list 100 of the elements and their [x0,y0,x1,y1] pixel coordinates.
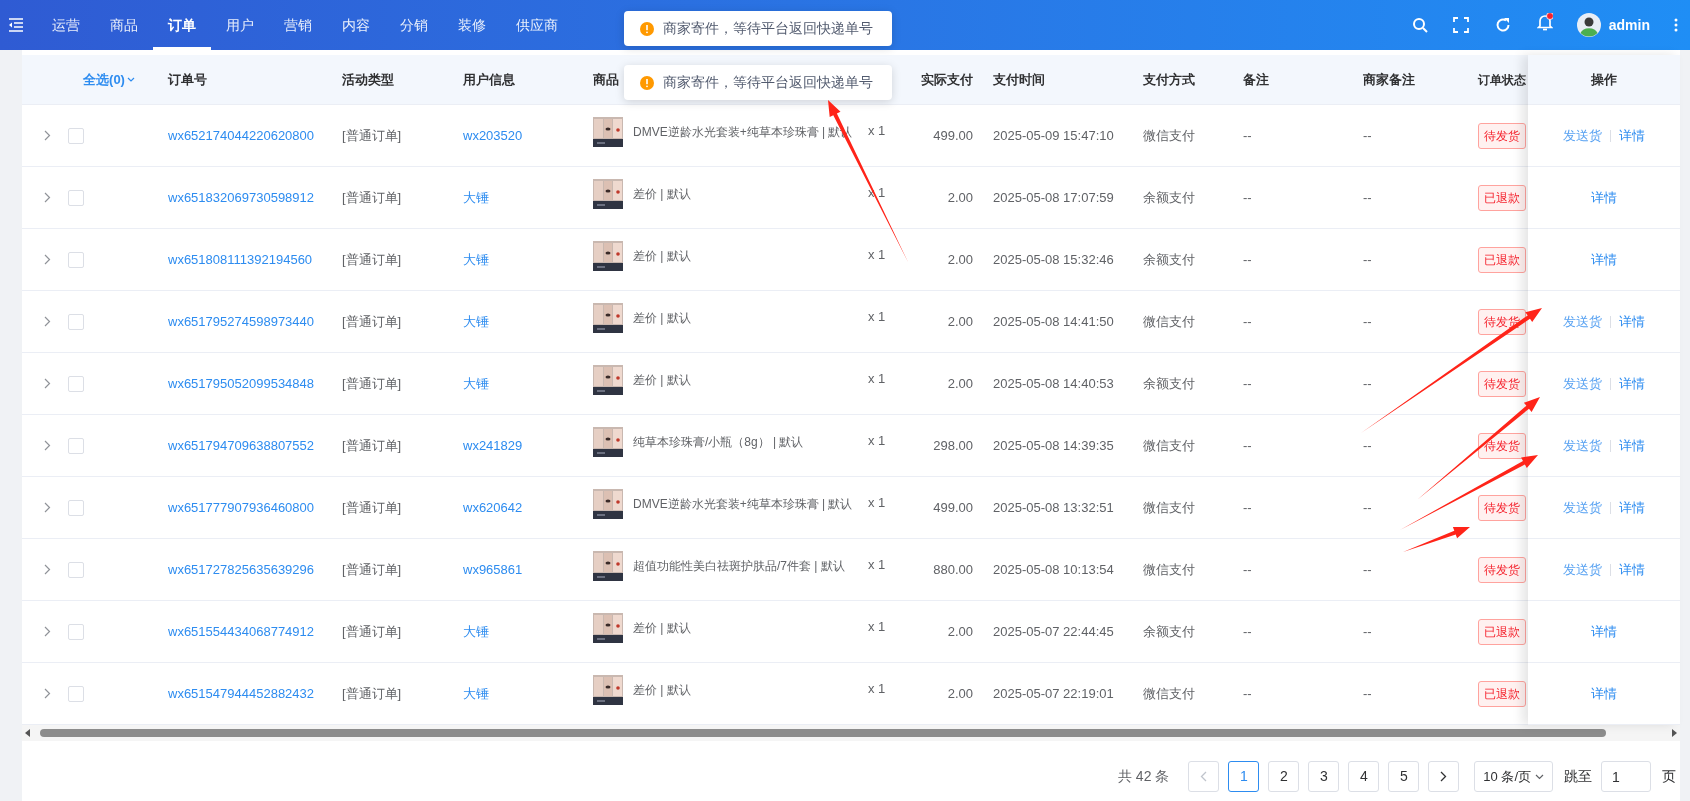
expand-icon[interactable] [43,688,51,699]
row-checkbox[interactable] [68,127,84,144]
next-page-button[interactable] [1428,761,1460,792]
nav-tab[interactable]: 内容 [327,0,385,50]
user-link[interactable]: 大锤 [463,621,489,642]
order-number-link[interactable]: wx651777907936460800 [168,497,315,518]
nav-tab[interactable]: 用户 [211,0,269,50]
caret-icon [1535,773,1544,780]
action-link[interactable]: 发送货 [1563,559,1602,580]
expand-icon[interactable] [43,626,51,637]
page-button[interactable]: 5 [1388,761,1420,792]
more-icon[interactable] [1674,18,1678,32]
table-cell-text: -- [1243,436,1252,455]
page-button[interactable]: 3 [1308,761,1340,792]
action-link[interactable]: 详情 [1619,435,1645,456]
action-link[interactable]: 详情 [1591,249,1617,270]
page-size-select[interactable]: 10 条/页 [1474,761,1553,792]
toast-text: 商家寄件，等待平台返回快递单号 [663,19,873,38]
order-number-link[interactable]: wx651795274598973440 [168,311,315,332]
expand-icon[interactable] [43,564,51,575]
order-number-link[interactable]: wx652174044220620800 [168,125,315,146]
action-link[interactable]: 发送货 [1563,497,1602,518]
user-link[interactable]: wx620642 [463,497,523,518]
expand-icon[interactable] [43,440,51,451]
user-link[interactable]: 大锤 [463,683,489,704]
row-checkbox[interactable] [68,251,84,268]
table-cell-text: -- [1363,312,1372,331]
user-link[interactable]: 大锤 [463,311,489,332]
action-link[interactable]: 详情 [1591,187,1617,208]
quantity: x 1 [868,679,886,698]
nav-tab[interactable]: 装修 [443,0,501,50]
select-all-dropdown[interactable]: 全选(0) [83,69,135,90]
row-checkbox[interactable] [68,375,84,392]
row-checkbox[interactable] [68,623,84,640]
menu-icon[interactable] [8,18,24,32]
expand-icon[interactable] [43,254,51,265]
order-number-link[interactable]: wx651547944452882432 [168,683,315,704]
action-link[interactable]: 详情 [1591,683,1617,704]
row-checkbox[interactable] [68,561,84,578]
page-jump-field[interactable]: 1 [1601,761,1651,792]
row-checkbox[interactable] [68,313,84,330]
action-link[interactable]: 详情 [1591,621,1617,642]
row-checkbox[interactable] [68,499,84,516]
expand-icon[interactable] [43,502,51,513]
order-number-link[interactable]: wx651727825635639296 [168,559,315,580]
table-cell-text: [普通订单] [342,684,402,703]
page-button[interactable]: 2 [1268,761,1300,792]
nav-tab[interactable]: 商品 [95,0,153,50]
table-cell-text: 微信支付 [1143,684,1195,703]
page-button[interactable]: 4 [1348,761,1380,792]
user-link[interactable]: 大锤 [463,187,489,208]
nav-tab[interactable]: 运营 [37,0,95,50]
user-link[interactable]: wx241829 [463,435,523,456]
refresh-icon[interactable] [1494,17,1511,33]
action-link[interactable]: 详情 [1619,559,1645,580]
scroll-left-icon[interactable] [25,729,31,737]
order-number-link[interactable]: wx651808111392194560 [168,249,313,270]
order-number-link[interactable]: wx651832069730598912 [168,187,315,208]
action-link[interactable]: 详情 [1619,311,1645,332]
status-tag: 待发货 [1478,556,1526,583]
scroll-right-icon[interactable] [1671,729,1677,737]
caret-icon [126,76,135,83]
action-link[interactable]: 发送货 [1563,311,1602,332]
expand-icon[interactable] [43,378,51,389]
scrollbar-thumb[interactable] [40,729,1606,737]
user-name[interactable]: admin [1608,14,1650,36]
table-cell-text: 微信支付 [1143,312,1195,331]
user-link[interactable]: wx203520 [463,125,523,146]
row-checkbox[interactable] [68,189,84,206]
product-name: 差价 | 默认 [633,681,691,699]
notification-bell-icon[interactable] [1536,13,1553,31]
avatar-icon[interactable] [1576,13,1601,37]
order-number-link[interactable]: wx651795052099534848 [168,373,315,394]
table-cell-text: 2025-05-08 17:07:59 [993,188,1114,207]
action-link[interactable]: 详情 [1619,497,1645,518]
search-icon[interactable] [1411,17,1428,33]
table-cell-text: 微信支付 [1143,498,1195,517]
expand-icon[interactable] [43,192,51,203]
action-link[interactable]: 发送货 [1563,373,1602,394]
user-link[interactable]: wx965861 [463,559,523,580]
table-cell-text: 2.00 [947,684,973,703]
table-cell-text: -- [1363,188,1372,207]
nav-tab[interactable]: 供应商 [501,0,573,50]
user-link[interactable]: 大锤 [463,249,489,270]
user-link[interactable]: 大锤 [463,373,489,394]
table-cell-text: 余额支付 [1143,374,1195,393]
action-link[interactable]: 详情 [1619,125,1645,146]
row-checkbox[interactable] [68,437,84,454]
expand-icon[interactable] [43,316,51,327]
order-number-link[interactable]: wx651554434068774912 [168,621,315,642]
row-checkbox[interactable] [68,685,84,702]
page-button[interactable]: 1 [1228,761,1260,792]
order-number-link[interactable]: wx651794709638807552 [168,435,315,456]
action-link[interactable]: 发送货 [1563,125,1602,146]
action-link[interactable]: 详情 [1619,373,1645,394]
fullscreen-icon[interactable] [1452,17,1469,33]
expand-icon[interactable] [43,130,51,141]
action-link[interactable]: 发送货 [1563,435,1602,456]
nav-tab[interactable]: 分销 [385,0,443,50]
nav-tab[interactable]: 营销 [269,0,327,50]
